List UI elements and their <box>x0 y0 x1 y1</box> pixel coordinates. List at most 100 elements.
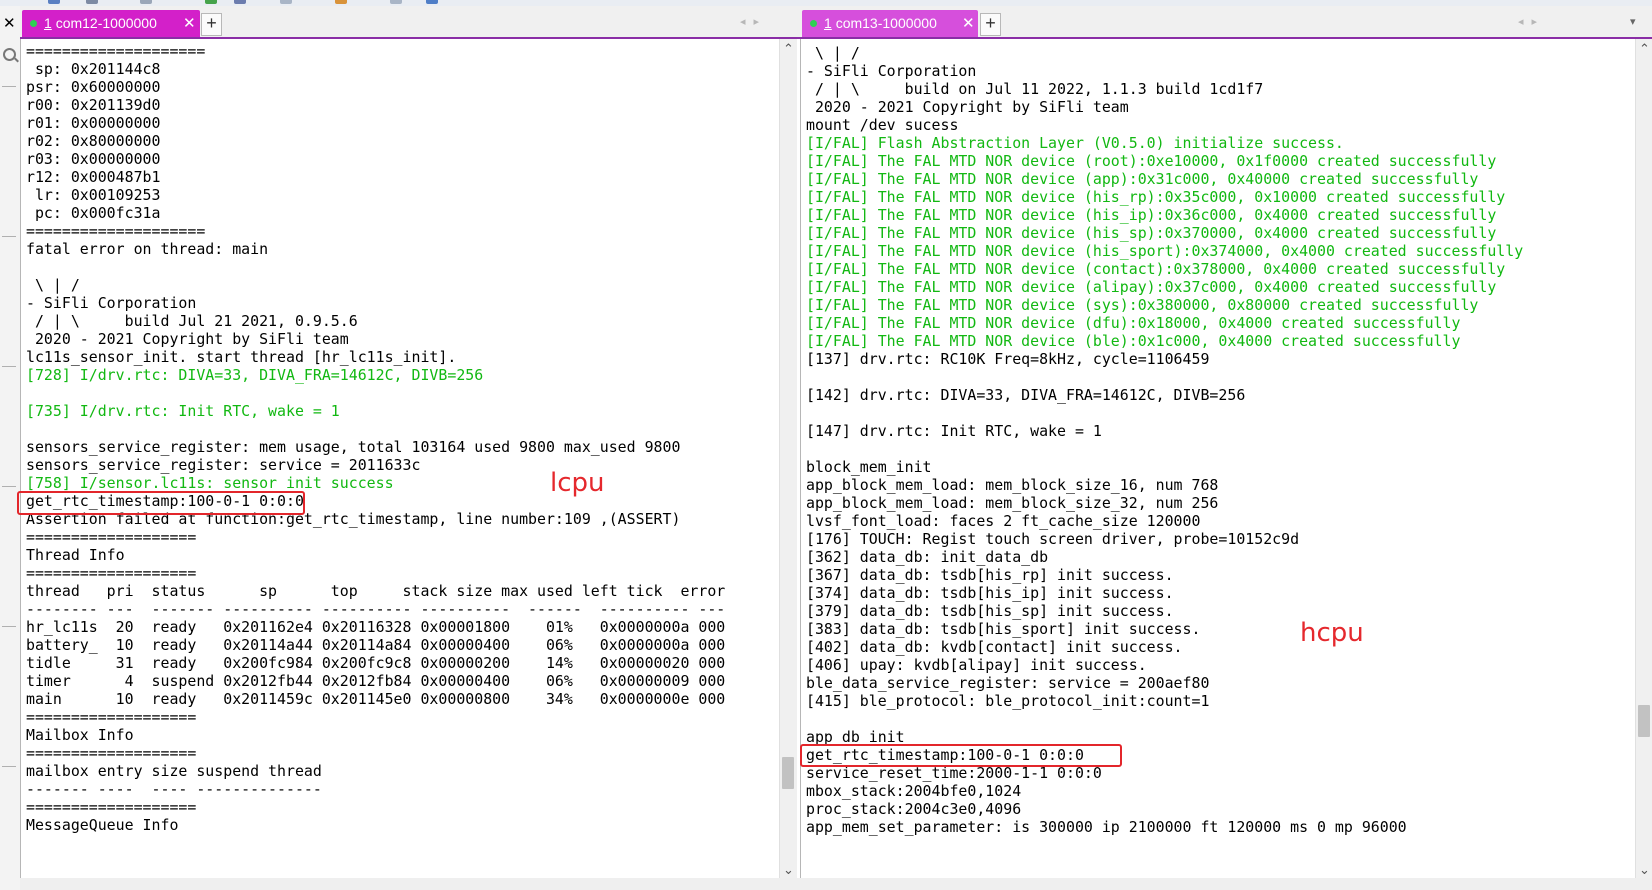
terminal-line: pc: 0x000fc31a <box>26 204 161 222</box>
status-strip <box>20 878 1652 890</box>
scroll-down-icon[interactable]: ⌄ <box>1636 862 1652 878</box>
new-tab-button[interactable]: + <box>980 13 1001 36</box>
left-scrollbar[interactable]: ⌃ ⌄ <box>779 39 797 890</box>
scroll-down-icon[interactable]: ⌄ <box>780 862 797 878</box>
tab-close-icon[interactable]: ✕ <box>183 10 196 37</box>
tab-scroll-arrows[interactable]: ◂▸ <box>740 15 767 28</box>
terminal-line: =================== <box>26 528 197 546</box>
terminal-line: lvsf_font_load: faces 2 ft_cache_size 12… <box>806 512 1201 530</box>
terminal-line: Mailbox Info <box>26 726 134 744</box>
terminal-line: r00: 0x201139d0 <box>26 96 161 114</box>
terminal-line: =================== <box>26 744 197 762</box>
toolbar-icon[interactable] <box>335 0 347 4</box>
terminal-line: [137] drv.rtc: RC10K Freq=8kHz, cycle=11… <box>806 350 1210 368</box>
terminal-line: [I/FAL] The FAL MTD NOR device (app):0x3… <box>806 170 1479 188</box>
terminal-line: [402] data_db: kvdb[contact] init succes… <box>806 638 1183 656</box>
terminal-line: [I/FAL] The FAL MTD NOR device (his_sp):… <box>806 224 1497 242</box>
toolbar-icon[interactable] <box>426 0 438 4</box>
tab-com13[interactable]: 1 com13-1000000 ✕ <box>802 10 978 37</box>
terminal-line: app_block_mem_load: mem_block_size_32, n… <box>806 494 1219 512</box>
terminal-line: [758] I/sensor.lc11s: sensor init succes… <box>26 474 394 492</box>
terminal-line: battery_ 10 ready 0x20114a44 0x20114a84 … <box>26 636 726 654</box>
terminal-line: [406] upay: kvdb[alipay] init success. <box>806 656 1147 674</box>
terminal-line: hr_lc11s 20 ready 0x201162e4 0x20116328 … <box>26 618 726 636</box>
terminal-line: sensors_service_register: mem usage, tot… <box>26 438 681 456</box>
left-tab-bar: 1 com12-1000000 ✕ + ◂▸ <box>20 6 800 37</box>
toolbar-icon[interactable] <box>48 0 60 4</box>
sidebar-divider <box>2 766 16 767</box>
terminal-line: - SiFli Corporation <box>26 294 197 312</box>
terminal-line: [I/FAL] The FAL MTD NOR device (his_ip):… <box>806 206 1497 224</box>
terminal-line: =================== <box>26 564 197 582</box>
toolbar-icon[interactable] <box>280 0 292 4</box>
terminal-line: mount /dev sucess <box>806 116 959 134</box>
terminal-line: [728] I/drv.rtc: DIVA=33, DIVA_FRA=14612… <box>26 366 484 384</box>
terminal-line: [I/FAL] The FAL MTD NOR device (his_rp):… <box>806 188 1506 206</box>
search-icon[interactable] <box>3 48 16 61</box>
close-icon[interactable]: ✕ <box>3 16 16 32</box>
terminal-line: ==================== <box>26 222 206 240</box>
terminal-line: lr: 0x00109253 <box>26 186 161 204</box>
tab-close-icon[interactable]: ✕ <box>962 10 975 37</box>
terminal-line: ------- ---- ---- -------------- <box>26 780 322 798</box>
terminal-line: -------- --- ------- ---------- --------… <box>26 600 726 618</box>
terminal-line: block_mem_init <box>806 458 932 476</box>
terminal-line: r02: 0x80000000 <box>26 132 161 150</box>
terminal-line: mbox_stack:2004bfe0,1024 <box>806 782 1022 800</box>
tab-com12[interactable]: 1 com12-1000000 ✕ <box>22 10 200 37</box>
sidebar-divider <box>2 236 16 237</box>
toolbar-icon[interactable] <box>140 0 152 4</box>
terminal-line: lc11s_sensor_init. start thread [hr_lc11… <box>26 348 457 366</box>
scroll-up-icon[interactable]: ⌃ <box>780 41 797 57</box>
toolbar-icon[interactable] <box>390 0 402 4</box>
terminal-line: [362] data_db: init_data_db <box>806 548 1049 566</box>
terminal-line: thread pri status sp top stack size max … <box>26 582 726 600</box>
terminal-line: sensors_service_register: service = 2011… <box>26 456 421 474</box>
left-terminal[interactable]: ==================== sp: 0x201144c8 psr: … <box>20 39 779 890</box>
scroll-thumb[interactable] <box>1638 705 1650 737</box>
scroll-thumb[interactable] <box>782 757 794 789</box>
sidebar-divider <box>2 366 16 367</box>
sidebar-divider <box>2 486 16 487</box>
terminal-line: [415] ble_protocol: ble_protocol_init:co… <box>806 692 1210 710</box>
terminal-line: [383] data_db: tsdb[his_sport] init succ… <box>806 620 1201 638</box>
terminal-line: [379] data_db: tsdb[his_sp] init success… <box>806 602 1174 620</box>
terminal-line: =================== <box>26 798 197 816</box>
terminal-line: proc_stack:2004c3e0,4096 <box>806 800 1022 818</box>
terminal-line: [I/FAL] The FAL MTD NOR device (ble):0x1… <box>806 332 1461 350</box>
scroll-up-icon[interactable]: ⌃ <box>1636 41 1652 57</box>
terminal-line: psr: 0x60000000 <box>26 78 161 96</box>
terminal-line: app_block_mem_load: mem_block_size_16, n… <box>806 476 1219 494</box>
terminal-line: r01: 0x00000000 <box>26 114 161 132</box>
tab-number: 1 <box>824 15 832 31</box>
toolbar-icon[interactable] <box>234 0 246 4</box>
toolbar-icon[interactable] <box>205 0 217 4</box>
terminal-line: [142] drv.rtc: DIVA=33, DIVA_FRA=14612C,… <box>806 386 1246 404</box>
terminal-line: [367] data_db: tsdb[his_rp] init success… <box>806 566 1174 584</box>
right-scrollbar[interactable]: ⌃ ⌄ <box>1635 39 1652 890</box>
connection-status-icon <box>30 20 37 28</box>
terminal-line: ble_data_service_register: service = 200… <box>806 674 1210 692</box>
tab-number: 1 <box>44 15 52 31</box>
terminal-line: \ | / <box>806 44 860 62</box>
terminal-line: 2020 - 2021 Copyright by SiFli team <box>26 330 349 348</box>
terminal-line: sp: 0x201144c8 <box>26 60 161 78</box>
annotation-lcpu: lcpu <box>550 468 605 498</box>
highlight-box-hcpu <box>800 744 1122 767</box>
terminal-line: mailbox entry size suspend thread <box>26 762 322 780</box>
terminal-line: \ | / <box>26 276 80 294</box>
terminal-line: [374] data_db: tsdb[his_ip] init success… <box>806 584 1174 602</box>
terminal-line: [I/FAL] The FAL MTD NOR device (contact)… <box>806 260 1506 278</box>
new-tab-button[interactable]: + <box>201 13 222 36</box>
terminal-line: tidle 31 ready 0x200fc984 0x200fc9c8 0x0… <box>26 654 726 672</box>
tab-scroll-arrows[interactable]: ◂▸ <box>1518 15 1545 28</box>
terminal-line: [147] drv.rtc: Init RTC, wake = 1 <box>806 422 1102 440</box>
sidebar-divider <box>2 86 16 87</box>
terminal-line: [I/FAL] The FAL MTD NOR device (dfu):0x1… <box>806 314 1461 332</box>
dropdown-icon[interactable]: ▾ <box>1630 15 1636 28</box>
toolbar-icon[interactable] <box>86 0 98 4</box>
terminal-line: Thread Info <box>26 546 125 564</box>
right-tab-bar: 1 com13-1000000 ✕ + ◂▸ ▾ <box>800 6 1652 37</box>
terminal-line: r12: 0x000487b1 <box>26 168 161 186</box>
terminal-line: timer 4 suspend 0x2012fb44 0x2012fb84 0x… <box>26 672 726 690</box>
